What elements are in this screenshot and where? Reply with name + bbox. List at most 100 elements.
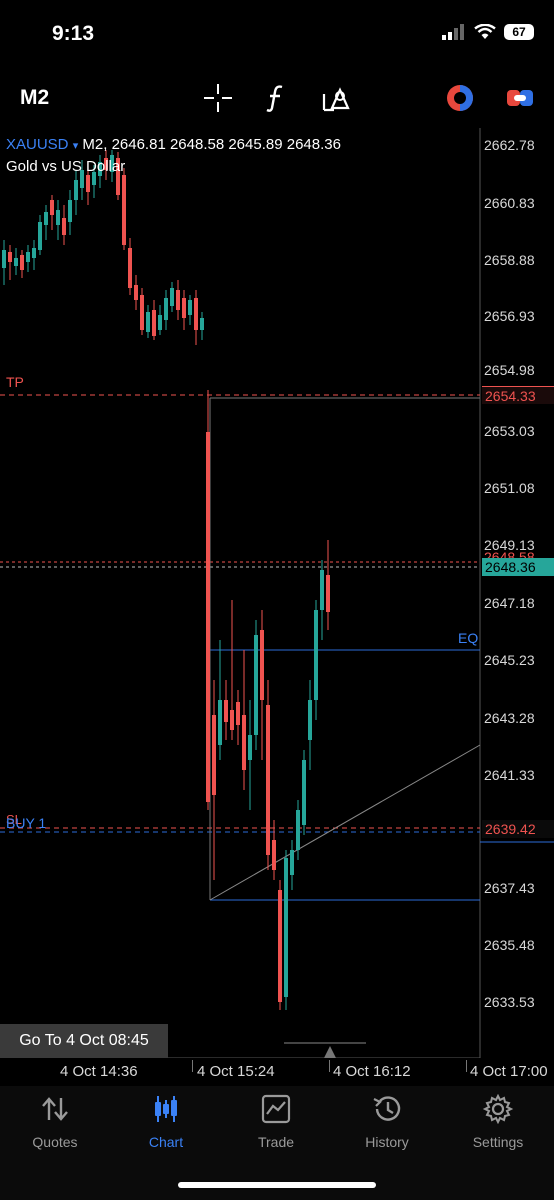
candle-body [254,635,258,735]
candle-body [2,250,6,268]
candle-body [308,700,312,740]
candle-body [146,312,150,332]
trade-icon [261,1094,291,1124]
candle-body [194,298,198,330]
nav-label: Chart [148,1134,184,1150]
candle-body [296,810,300,850]
scroll-marker-icon[interactable] [324,1046,336,1058]
goto-date-button[interactable]: Go To 4 Oct 08:45 [0,1024,168,1058]
candle-body [236,702,240,725]
candle-body [74,180,78,200]
candle-body [218,700,222,745]
price-axis-label: 2658.88 [484,252,535,268]
battery-icon: 67 [504,24,534,40]
candle-body [56,210,60,225]
nav-label: Quotes [32,1134,78,1150]
candle-body [248,735,252,760]
quotes-arrows-icon [42,1097,68,1121]
status-icons: 67 [442,24,534,40]
candle-body [14,258,18,266]
nav-trade[interactable]: Trade [221,1094,331,1150]
candle-body [44,212,48,225]
time-label: 4 Oct 14:36 [60,1063,138,1080]
tp-price-badge: 2654.33 [482,386,554,404]
nav-label: Settings [472,1134,524,1150]
candle-body [50,200,54,215]
candle-body [86,175,90,192]
eq-label: EQ [458,630,479,646]
ask-price-label: 2648.58 [484,550,535,558]
candle-body [26,252,30,262]
candle-body [152,310,156,336]
candle-body [230,710,234,730]
price-axis-label: 2637.43 [484,880,535,896]
candle-body [260,630,264,700]
ohlc-values: M2, 2646.81 2648.58 2645.89 2648.36 [82,136,341,153]
buy-label: BUY 1 [6,815,47,831]
candle-body [140,295,144,330]
nav-chart[interactable]: Chart [111,1094,221,1150]
candle-body [326,575,330,612]
price-axis-label: 2633.53 [484,994,535,1010]
gear-icon [482,1094,514,1124]
price-axis-label: 2651.08 [484,480,535,496]
candle-body [212,715,216,795]
nav-settings[interactable]: Settings [443,1094,553,1150]
history-icon [373,1096,401,1121]
nav-label: History [365,1134,409,1150]
symbol-label[interactable]: XAUUSD [6,136,69,153]
nav-history[interactable]: History [332,1094,442,1150]
timeframe-button[interactable]: M2 [20,86,49,110]
candle-body [320,570,324,610]
price-axis-label: 2635.48 [484,937,535,953]
time-label: 4 Oct 17:00 [470,1063,548,1080]
buy-price-badge: 2639.42 [482,820,554,838]
price-chart[interactable] [0,128,554,1058]
current-price-badge: 2648.36 [482,558,554,576]
candle-body [62,218,66,235]
nav-quotes[interactable]: Quotes [0,1094,110,1150]
price-axis-label: 2645.23 [484,652,535,668]
crosshair-icon[interactable] [202,82,234,114]
home-indicator [178,1182,376,1188]
candle-body [302,760,306,825]
candle-body [290,850,294,875]
symbol-dropdown-icon[interactable]: ▾ [73,140,79,152]
one-click-icon[interactable] [504,82,536,114]
candle-body [134,285,138,300]
candle-body [68,200,72,222]
candle-body [200,318,204,330]
candle-body [272,840,276,870]
nav-label: Trade [257,1134,295,1150]
candle-body [284,858,288,997]
signal-icon [442,24,464,40]
price-axis-label: 2660.83 [484,195,535,211]
candle-body [314,610,318,700]
objects-icon[interactable] [320,82,352,114]
candles [2,150,330,1010]
candle-body [188,300,192,315]
candle-body [170,288,174,306]
tick [466,1060,467,1072]
candle-body [182,298,186,318]
candle-body [8,252,12,262]
time-label: 4 Oct 15:24 [197,1063,275,1080]
quick-trade-icon[interactable] [444,82,476,114]
tick [329,1060,330,1072]
indicator-f-icon[interactable] [260,82,292,114]
tp-label: TP [6,374,24,390]
candle-body [128,248,132,288]
candle-body [164,298,168,320]
candle-body [242,715,246,770]
candle-body [266,705,270,855]
price-axis-label: 2647.18 [484,595,535,611]
price-axis-label: 2641.33 [484,767,535,783]
candle-body [158,315,162,330]
candle-body [224,700,228,722]
candle-body [32,248,36,258]
symbol-description: Gold vs US Dollar [6,158,126,175]
wifi-icon [474,24,496,39]
candle-body [20,255,24,270]
time-label: 4 Oct 16:12 [333,1063,411,1080]
status-time: 9:13 [52,22,95,45]
